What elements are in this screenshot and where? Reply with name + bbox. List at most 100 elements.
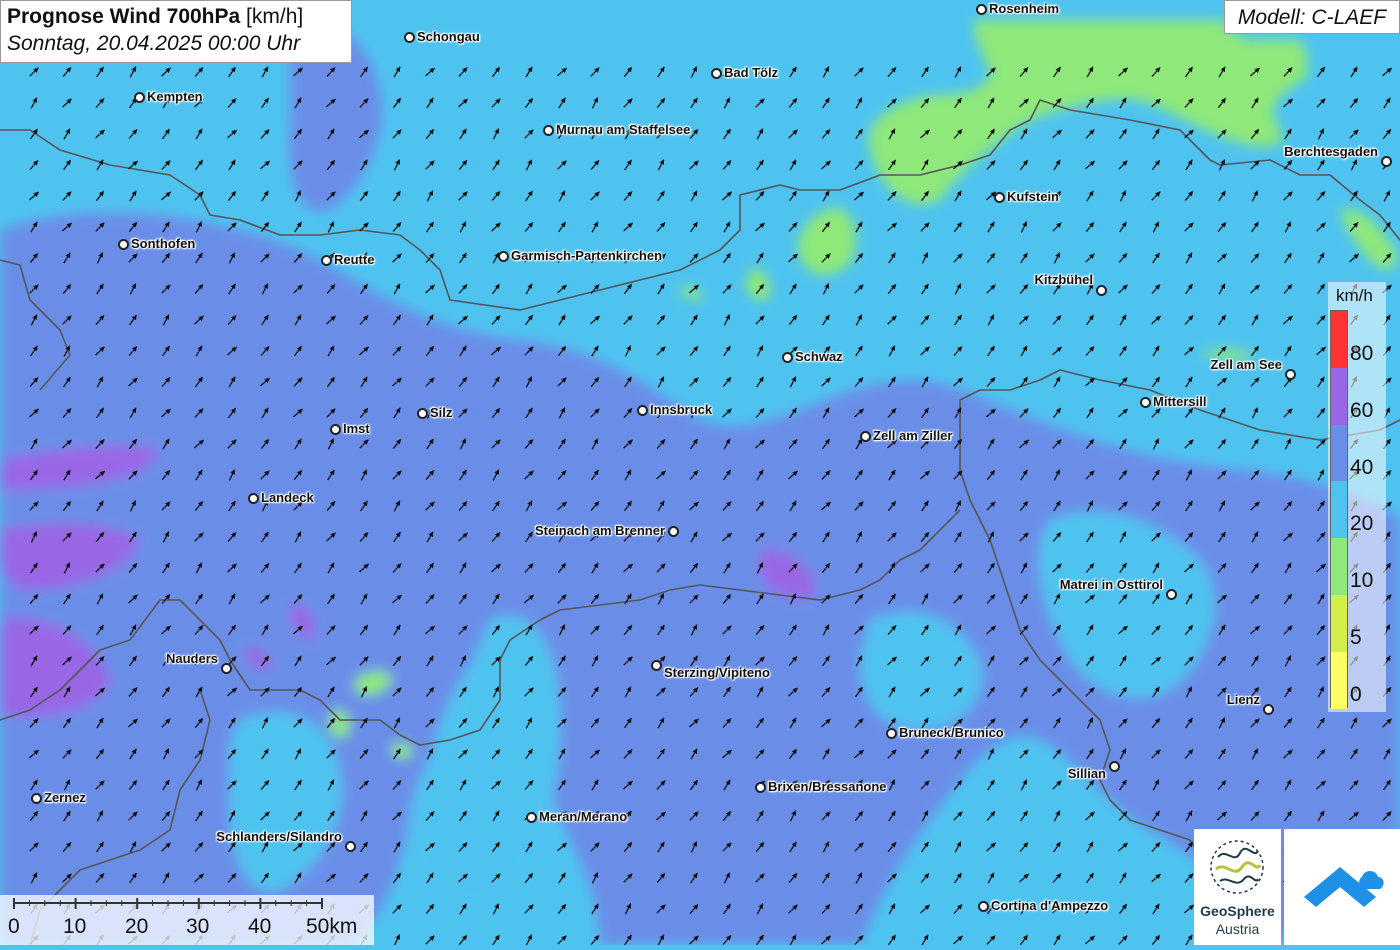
city-marker[interactable] [886,728,897,739]
city-label[interactable]: Sterzing/Vipiteno [664,665,770,680]
legend-label-5: 5 [1350,626,1362,649]
city-label[interactable]: Meran/Merano [539,809,627,824]
city-marker[interactable] [755,782,766,793]
city-label[interactable]: Kempten [147,89,203,104]
city-marker[interactable] [782,352,793,363]
city-marker[interactable] [1109,761,1120,772]
city-label[interactable]: Sonthofen [131,236,195,251]
city-label[interactable]: Rosenheim [989,1,1059,16]
city-label[interactable]: Bad Tölz [724,65,778,80]
legend-seg-10 [1331,538,1347,595]
city-marker[interactable] [526,812,537,823]
city-marker[interactable] [711,68,722,79]
city-marker[interactable] [498,251,509,262]
legend-seg-20 [1331,481,1347,538]
city-marker[interactable] [345,841,356,852]
weather-app-logo[interactable] [1284,829,1400,945]
geosphere-logo[interactable]: GeoSphere Austria [1194,829,1281,945]
geosphere-name: GeoSphere [1200,903,1275,919]
scale-bar-ruler [13,898,323,909]
city-marker[interactable] [994,192,1005,203]
legend-seg-5 [1331,595,1347,652]
title-unit: [km/h] [246,5,304,28]
scale-label-50km: 50km [306,915,358,938]
city-marker[interactable] [637,405,648,416]
legend-unit: km/h [1336,286,1373,305]
scale-label-0: 0 [8,915,20,938]
city-marker[interactable] [1285,369,1296,380]
city-label[interactable]: Kitzbühel [1035,272,1094,287]
title-main: Prognose Wind 700hPa [7,5,241,28]
city-label[interactable]: Kufstein [1007,189,1059,204]
city-label[interactable]: Steinach am Brenner [535,523,665,538]
city-label[interactable]: Sillian [1068,766,1106,781]
city-marker[interactable] [321,255,332,266]
city-marker[interactable] [134,92,145,103]
city-label[interactable]: Garmisch-Partenkirchen [511,248,662,263]
city-label[interactable]: Schlanders/Silandro [216,829,342,844]
city-label[interactable]: Zernez [44,790,86,805]
city-label[interactable]: Zell am See [1210,357,1282,372]
legend: km/h 80 60 40 20 10 5 0 [1328,282,1386,712]
legend-label-20: 20 [1350,512,1374,535]
city-marker[interactable] [978,901,989,912]
city-marker[interactable] [404,32,415,43]
model-label: Modell: C-LAEF [1224,0,1400,34]
city-label[interactable]: Berchtesgaden [1284,144,1378,159]
legend-label-40: 40 [1350,456,1374,479]
city-marker[interactable] [1263,704,1274,715]
city-label[interactable]: Bruneck/Brunico [899,725,1004,740]
city-label[interactable]: Nauders [166,651,218,666]
city-marker[interactable] [651,660,662,671]
city-marker[interactable] [330,424,341,435]
title-box: Prognose Wind 700hPa [km/h] Sonntag, 20.… [0,0,352,63]
map-title: Prognose Wind 700hPa [km/h] [7,4,345,30]
city-label[interactable]: Reutte [334,252,374,267]
scale-label-30: 30 [186,915,210,938]
city-label[interactable]: Mittersill [1153,394,1206,409]
city-label[interactable]: Murnau am Staffelsee [556,122,690,137]
legend-label-80: 80 [1350,342,1374,365]
city-label[interactable]: Innsbruck [650,402,712,417]
city-label[interactable]: Lienz [1227,692,1260,707]
city-label[interactable]: Cortina d'Ampezzo [991,898,1108,913]
city-marker[interactable] [543,125,554,136]
geosphere-country: Austria [1215,921,1260,937]
city-label[interactable]: Schwaz [795,349,843,364]
city-label[interactable]: Imst [343,421,370,436]
map-subtitle: Sonntag, 20.04.2025 00:00 Uhr [7,32,301,55]
legend-color-bar [1330,310,1348,709]
legend-seg-40 [1331,425,1347,481]
city-marker[interactable] [118,239,129,250]
legend-label-0: 0 [1350,683,1362,706]
city-marker[interactable] [976,4,987,15]
legend-label-60: 60 [1350,399,1374,422]
legend-label-10: 10 [1350,569,1374,592]
city-label[interactable]: Landeck [261,490,314,505]
city-marker[interactable] [1381,156,1392,167]
city-label[interactable]: Silz [430,405,452,420]
scale-label-40: 40 [248,915,272,938]
city-marker[interactable] [248,493,259,504]
city-label[interactable]: Matrei in Osttirol [1060,577,1163,592]
scale-label-10: 10 [63,915,87,938]
wind-map[interactable] [0,0,1400,945]
city-marker[interactable] [860,431,871,442]
city-marker[interactable] [417,408,428,419]
geosphere-emblem-icon [1210,840,1264,894]
legend-seg-0 [1331,652,1347,709]
city-label[interactable]: Brixen/Bressanone [768,779,887,794]
legend-seg-80 [1331,311,1347,368]
legend-seg-60 [1331,368,1347,425]
city-marker[interactable] [668,526,679,537]
city-marker[interactable] [221,663,232,674]
city-marker[interactable] [1096,285,1107,296]
city-label[interactable]: Schongau [417,29,480,44]
scale-bar: 0 10 20 30 40 50km [0,895,374,945]
city-marker[interactable] [1140,397,1151,408]
city-label[interactable]: Zell am Ziller [873,428,952,443]
cloud-arrow-icon [1304,867,1384,907]
city-marker[interactable] [31,793,42,804]
city-marker[interactable] [1166,589,1177,600]
scale-label-20: 20 [125,915,149,938]
